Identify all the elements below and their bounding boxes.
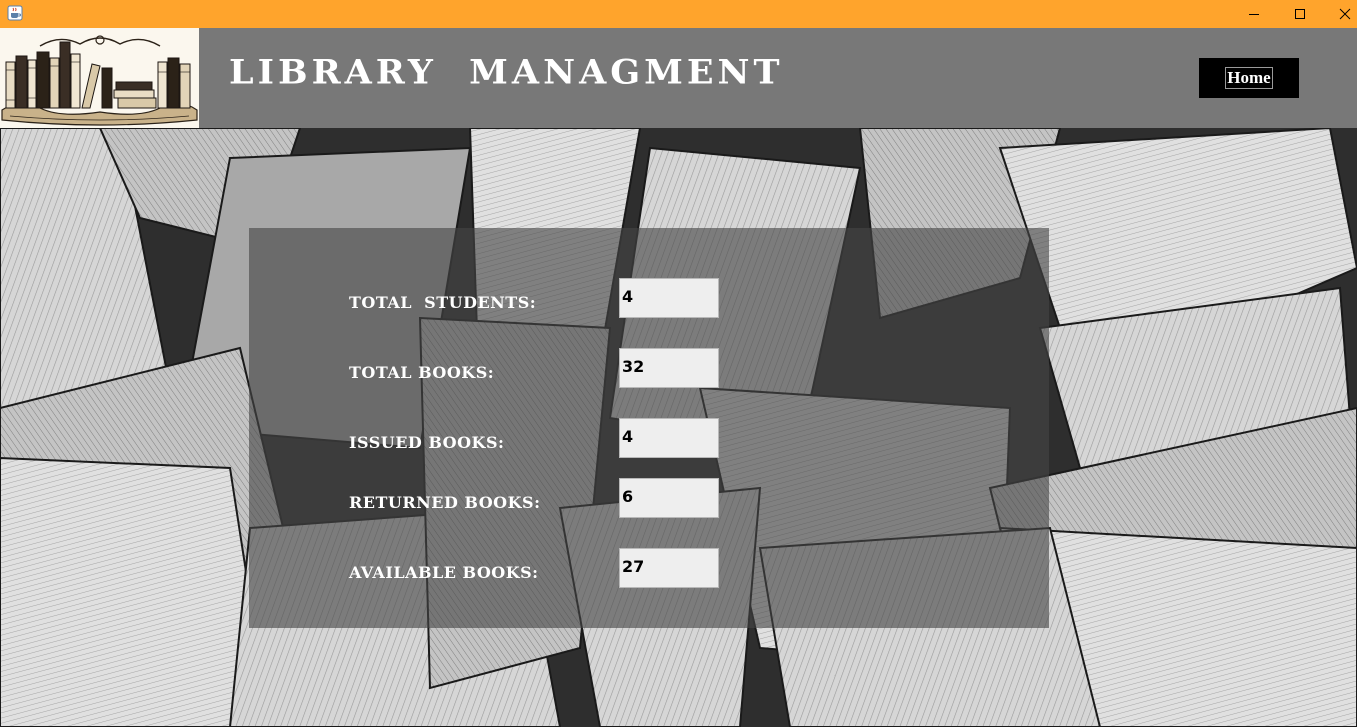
available-books-label: AVAILABLE BOOKS: [349, 563, 539, 582]
home-button-label: Home [1225, 67, 1273, 89]
bookshelf-logo [0, 28, 199, 128]
total-books-field[interactable]: 32 [619, 348, 719, 388]
minimize-button[interactable] [1231, 0, 1277, 28]
app-title: LIBRARY MANAGMENT [229, 53, 784, 92]
window-title-bar[interactable] [0, 0, 1357, 28]
returned-books-field[interactable]: 6 [619, 478, 719, 518]
maximize-button[interactable] [1277, 0, 1323, 28]
statistics-panel: TOTAL STUDENTS: 4 TOTAL BOOKS: 32 ISSUED… [249, 228, 1049, 628]
close-button[interactable] [1322, 0, 1357, 28]
issued-books-field[interactable]: 4 [619, 418, 719, 458]
java-cup-icon [7, 5, 23, 21]
total-students-label: TOTAL STUDENTS: [349, 293, 537, 312]
close-icon [1339, 8, 1351, 20]
maximize-icon [1295, 9, 1305, 19]
available-books-field[interactable]: 27 [619, 548, 719, 588]
returned-books-label: RETURNED BOOKS: [349, 493, 541, 512]
minimize-icon [1249, 14, 1259, 15]
total-students-field[interactable]: 4 [619, 278, 719, 318]
home-button[interactable]: Home [1199, 58, 1299, 98]
total-books-label: TOTAL BOOKS: [349, 363, 495, 382]
header-bar: LIBRARY MANAGMENT Home [0, 28, 1357, 128]
issued-books-label: ISSUED BOOKS: [349, 433, 505, 452]
